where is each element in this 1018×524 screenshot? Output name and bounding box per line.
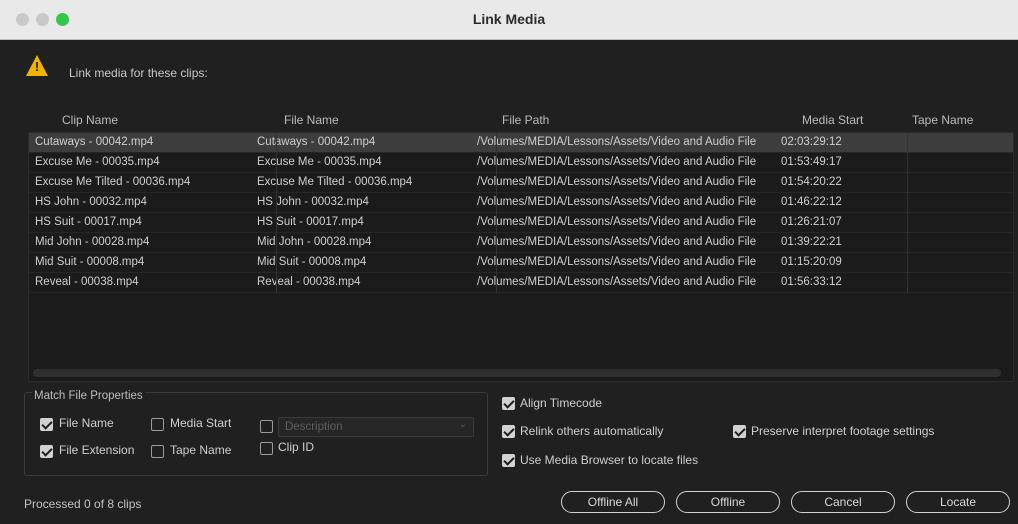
- cell-media-start: 01:26:21:07: [781, 216, 842, 228]
- cell-clip-name: Excuse Me - 00035.mp4: [35, 156, 160, 168]
- align-timecode-label: Align Timecode: [520, 396, 603, 410]
- cancel-button[interactable]: Cancel: [791, 491, 895, 513]
- tape-name-checkbox[interactable]: [151, 445, 164, 458]
- media-start-checkbox[interactable]: [151, 418, 164, 431]
- column-file-path[interactable]: File Path: [502, 113, 549, 127]
- table-row[interactable]: Excuse Me Tilted - 00036.mp4 Excuse Me Ti…: [29, 173, 1013, 193]
- cell-file-path: /Volumes/MEDIA/Lessons/Assets/Video and …: [477, 136, 757, 148]
- description-dropdown[interactable]: Description ⌄: [278, 417, 474, 437]
- cell-clip-name: Cutaways - 00042.mp4: [35, 136, 154, 148]
- cell-file-path: /Volumes/MEDIA/Lessons/Assets/Video and …: [477, 176, 757, 188]
- cell-media-start: 01:46:22:12: [781, 196, 842, 208]
- table-row[interactable]: HS Suit - 00017.mp4 HS Suit - 00017.mp4/V…: [29, 213, 1013, 233]
- column-media-start[interactable]: Media Start: [802, 113, 863, 127]
- column-file-name[interactable]: File Name: [284, 113, 339, 127]
- column-tape-name[interactable]: Tape Name: [912, 113, 973, 127]
- column-divider: [276, 133, 277, 293]
- cell-file-name: Reveal - 00038.mp4: [257, 276, 361, 288]
- locate-button[interactable]: Locate: [906, 491, 1010, 513]
- prompt-text: Link media for these clips:: [69, 66, 208, 80]
- cell-file-name: Mid Suit - 00008.mp4: [257, 256, 367, 268]
- status-text: Processed 0 of 8 clips: [24, 497, 142, 511]
- preserve-interpret-label: Preserve interpret footage settings: [751, 424, 935, 438]
- cell-file-name: Excuse Me Tilted - 00036.mp4: [257, 176, 413, 188]
- clip-id-checkbox[interactable]: [260, 442, 273, 455]
- align-timecode-checkbox[interactable]: [502, 397, 515, 410]
- warning-mark: !: [34, 59, 40, 74]
- cell-clip-name: HS Suit - 00017.mp4: [35, 216, 142, 228]
- relink-others-label: Relink others automatically: [520, 424, 664, 438]
- file-extension-label: File Extension: [59, 443, 135, 457]
- cell-file-name: HS John - 00032.mp4: [257, 196, 369, 208]
- cell-clip-name: HS John - 00032.mp4: [35, 196, 147, 208]
- cell-media-start: 01:56:33:12: [781, 276, 842, 288]
- file-extension-checkbox[interactable]: [40, 445, 53, 458]
- title-bar: Link Media: [0, 0, 1018, 40]
- table-row[interactable]: Mid Suit - 00008.mp4 Mid Suit - 00008.mp4…: [29, 253, 1013, 273]
- offline-all-button[interactable]: Offline All: [561, 491, 665, 513]
- cell-file-path: /Volumes/MEDIA/Lessons/Assets/Video and …: [477, 276, 757, 288]
- cell-media-start: 01:53:49:17: [781, 156, 842, 168]
- table-header: Clip Name File Name File Path Media Star…: [28, 110, 1014, 130]
- column-divider: [907, 133, 908, 293]
- cell-file-path: /Volumes/MEDIA/Lessons/Assets/Video and …: [477, 196, 757, 208]
- table-row[interactable]: Reveal - 00038.mp4 Reveal - 00038.mp4/Vol…: [29, 273, 1013, 293]
- cell-media-start: 01:54:20:22: [781, 176, 842, 188]
- tape-name-label: Tape Name: [170, 443, 232, 457]
- column-divider: [496, 133, 497, 293]
- column-clip-name[interactable]: Clip Name: [62, 113, 118, 127]
- preserve-interpret-checkbox[interactable]: [733, 425, 746, 438]
- table-row[interactable]: Excuse Me - 00035.mp4 Excuse Me - 00035.m…: [29, 153, 1013, 173]
- window-title: Link Media: [472, 11, 546, 27]
- use-media-browser-label: Use Media Browser to locate files: [520, 453, 699, 467]
- cell-file-name: Excuse Me - 00035.mp4: [257, 156, 382, 168]
- cell-clip-name: Reveal - 00038.mp4: [35, 276, 139, 288]
- media-start-label: Media Start: [170, 416, 232, 430]
- cell-clip-name: Excuse Me Tilted - 00036.mp4: [35, 176, 191, 188]
- description-dropdown-value: Description: [285, 421, 343, 433]
- cell-file-name: Mid John - 00028.mp4: [257, 236, 372, 248]
- dialog-content: ! Link media for these clips: Clip Name …: [0, 40, 1018, 524]
- table-row[interactable]: Mid John - 00028.mp4 Mid John - 00028.mp4…: [29, 233, 1013, 253]
- description-checkbox[interactable]: [260, 420, 273, 433]
- relink-others-checkbox[interactable]: [502, 425, 515, 438]
- cell-file-name: Cutaways - 00042.mp4: [257, 136, 376, 148]
- horizontal-scrollbar[interactable]: [33, 369, 1001, 377]
- table-row[interactable]: Cutaways - 00042.mp4 Cutaways - 00042.mp4…: [29, 133, 1013, 153]
- cell-file-path: /Volumes/MEDIA/Lessons/Assets/Video and …: [477, 236, 757, 248]
- chevron-down-icon: ⌄: [458, 419, 467, 430]
- clip-id-label: Clip ID: [278, 440, 315, 454]
- cell-media-start: 01:39:22:21: [781, 236, 842, 248]
- file-name-checkbox[interactable]: [40, 418, 53, 431]
- offline-button[interactable]: Offline: [676, 491, 780, 513]
- cell-file-name: HS Suit - 00017.mp4: [257, 216, 364, 228]
- cell-clip-name: Mid Suit - 00008.mp4: [35, 256, 145, 268]
- cell-file-path: /Volumes/MEDIA/Lessons/Assets/Video and …: [477, 156, 757, 168]
- cell-clip-name: Mid John - 00028.mp4: [35, 236, 150, 248]
- file-name-label: File Name: [59, 416, 114, 430]
- table-body[interactable]: Reveal - 00038.mp4 Reveal - 00038.mp4/Vol…: [28, 132, 1014, 382]
- cell-file-path: /Volumes/MEDIA/Lessons/Assets/Video and …: [477, 216, 757, 228]
- group-title: Match File Properties: [32, 390, 145, 402]
- clips-table: Clip Name File Name File Path Media Star…: [28, 110, 1014, 382]
- cell-media-start: 02:03:29:12: [781, 136, 842, 148]
- cell-media-start: 01:15:20:09: [781, 256, 842, 268]
- use-media-browser-checkbox[interactable]: [502, 454, 515, 467]
- cell-file-path: /Volumes/MEDIA/Lessons/Assets/Video and …: [477, 256, 757, 268]
- table-row[interactable]: HS John - 00032.mp4 HS John - 00032.mp4/V…: [29, 193, 1013, 213]
